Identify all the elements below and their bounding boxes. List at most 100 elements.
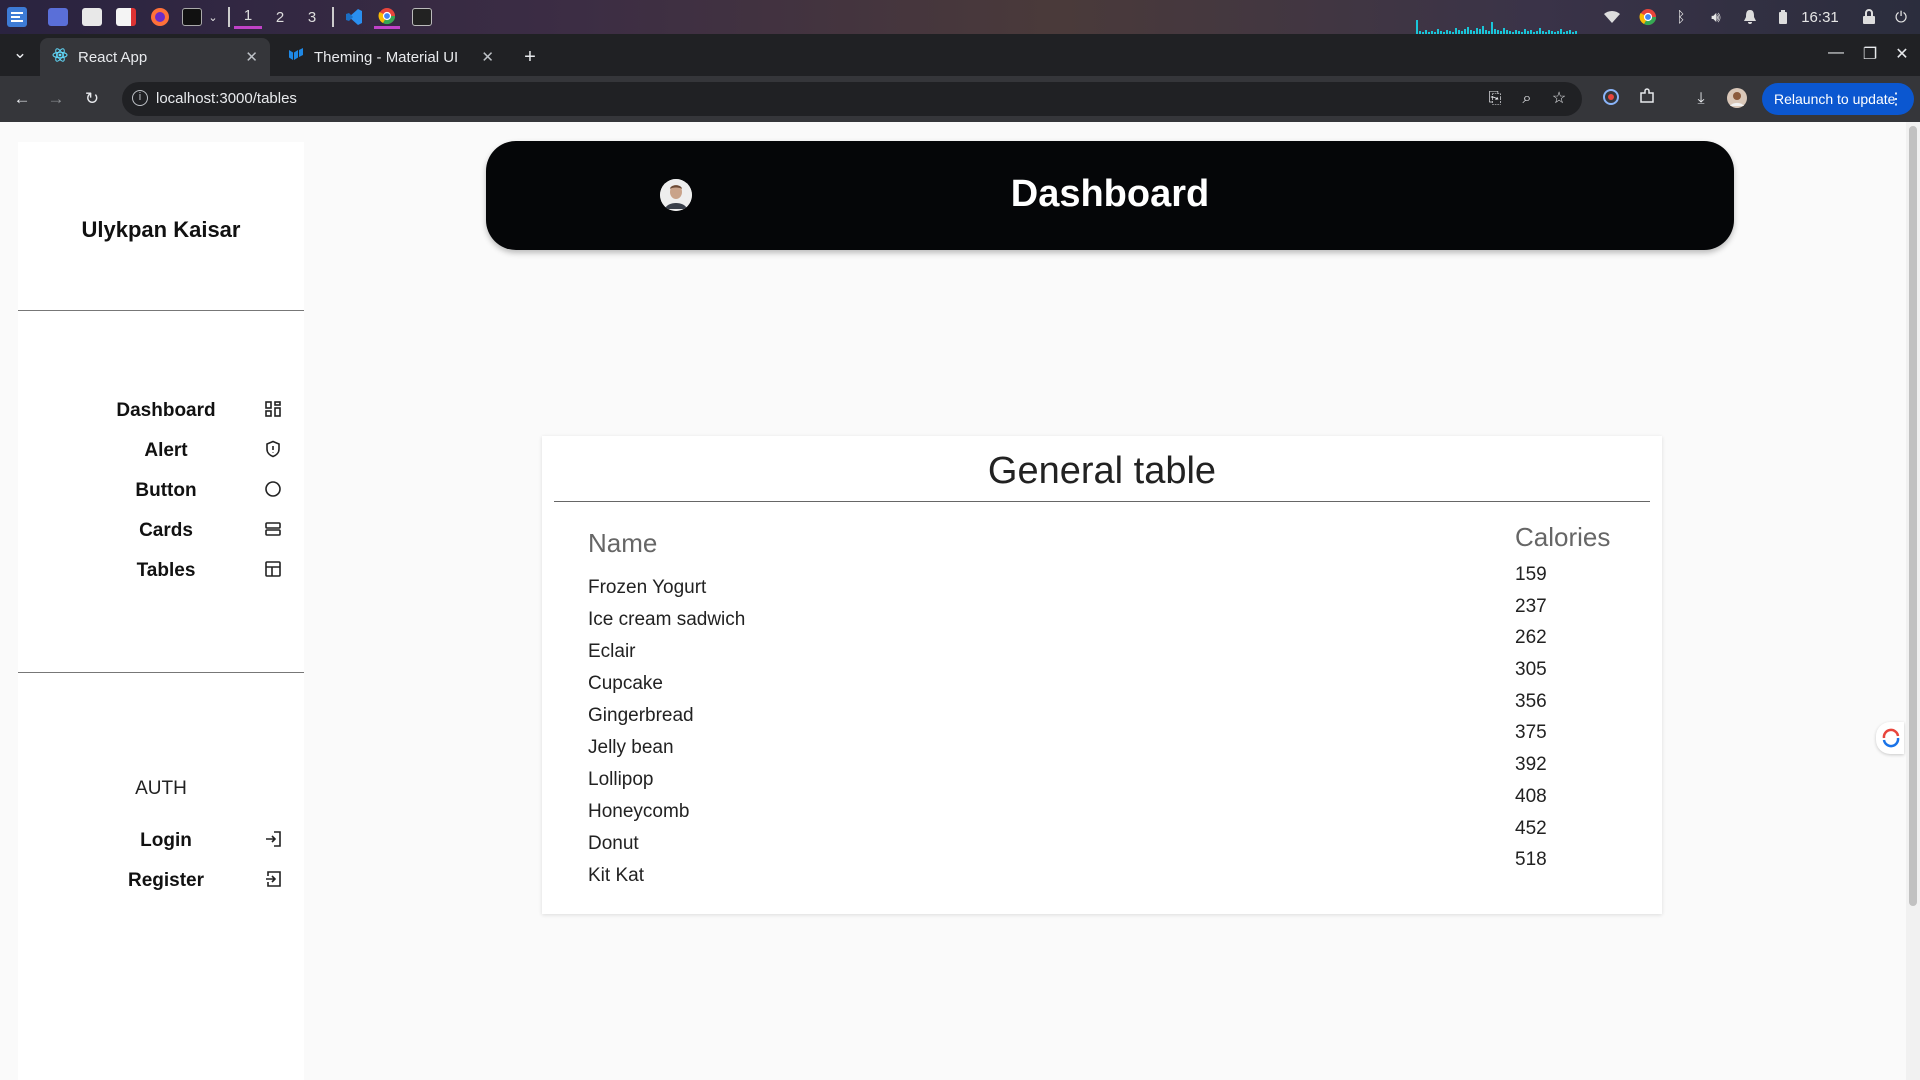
sidebar-item-button[interactable]: Button <box>18 472 304 508</box>
login-icon <box>264 830 282 848</box>
page-title: Dashboard <box>1010 173 1210 215</box>
browser-tab-strip: ⌄ React App ✕ Theming - Material UI ✕ + <box>0 34 1920 76</box>
wifi-icon[interactable] <box>1600 5 1624 29</box>
bluetooth-icon[interactable]: ᛒ <box>1670 5 1692 29</box>
notifications-icon[interactable] <box>1738 5 1762 29</box>
general-table-card: General table Name Calories Frozen Yogur… <box>542 436 1662 914</box>
chevron-down-icon[interactable]: ⌄ <box>206 5 220 29</box>
tab-theming-material-ui[interactable]: Theming - Material UI ✕ <box>276 38 506 76</box>
table-cell-name: Ice cream sadwich <box>588 609 746 630</box>
volume-icon[interactable]: 🔊︎ <box>1704 5 1728 29</box>
sidebar-item-tables[interactable]: Tables <box>18 552 304 588</box>
taskbar-divider <box>228 7 230 27</box>
files-icon[interactable] <box>80 5 104 29</box>
table-cell-calories: 452 <box>1515 818 1547 839</box>
page-header: Dashboard <box>486 141 1734 250</box>
table-cell-calories: 518 <box>1515 849 1547 870</box>
floating-assistant-icon[interactable] <box>1876 722 1904 754</box>
new-tab-button[interactable]: + <box>514 38 546 76</box>
restore-icon[interactable]: ❐ <box>1858 44 1882 64</box>
back-arrow-icon[interactable]: ← <box>10 87 34 111</box>
sidebar-item-register[interactable]: Register <box>18 862 304 898</box>
site-info-icon[interactable]: i <box>132 90 148 106</box>
sidebar-item-label: Register <box>127 870 205 891</box>
os-taskbar: ⌄ 1 2 3 ᛒ 🔊︎ 16:31 ⏻ <box>0 0 1920 34</box>
sidebar-divider <box>18 672 304 673</box>
address-bar[interactable]: i localhost:3000/tables ⎘ ⌕ ☆ <box>122 82 1582 116</box>
forward-arrow-icon[interactable]: → <box>44 87 68 111</box>
tab-react-app[interactable]: React App ✕ <box>40 38 270 76</box>
table-cell-name: Frozen Yogurt <box>588 577 707 598</box>
relaunch-label: Relaunch to update <box>1774 91 1896 107</box>
table-cell-name: Cupcake <box>588 673 663 694</box>
sidebar-item-login[interactable]: Login <box>18 822 304 858</box>
document-viewer-icon[interactable] <box>114 5 138 29</box>
circle-icon <box>264 480 282 498</box>
url-text: localhost:3000/tables <box>156 90 297 107</box>
table-cell-name: Honeycomb <box>588 801 690 822</box>
table-divider <box>554 501 1650 502</box>
terminal-window-icon[interactable] <box>410 5 434 29</box>
table-cell-name: Jelly bean <box>588 737 674 758</box>
workspace-2[interactable]: 2 <box>266 5 294 29</box>
lock-icon[interactable] <box>1858 5 1880 29</box>
sidebar-item-label: Dashboard <box>116 400 216 421</box>
clock[interactable]: 16:31 <box>1800 5 1840 29</box>
table-cell-name: Donut <box>588 833 639 854</box>
chrome-icon[interactable] <box>374 5 400 29</box>
tab-title: React App <box>78 48 148 66</box>
download-icon[interactable]: ⤓ <box>1690 88 1712 110</box>
sidebar-item-label: Login <box>140 830 192 851</box>
dashboard-icon <box>264 400 282 418</box>
zoom-icon[interactable]: ⌕ <box>1516 88 1538 110</box>
table-icon <box>264 560 282 578</box>
sidebar-item-cards[interactable]: Cards <box>18 512 304 548</box>
close-icon[interactable]: ✕ <box>245 48 258 66</box>
install-app-icon[interactable]: ⎘ <box>1484 88 1506 110</box>
extensions-icon[interactable] <box>1636 88 1658 110</box>
table-cell-calories: 392 <box>1515 754 1547 775</box>
user-name: Ulykpan Kaisar <box>81 217 241 242</box>
page-scrollbar[interactable] <box>1906 122 1920 1080</box>
more-vert-icon[interactable]: ⋮ <box>1888 89 1904 109</box>
close-icon[interactable]: ✕ <box>481 48 494 66</box>
table-cell-calories: 237 <box>1515 596 1547 617</box>
os-launcher-icon[interactable] <box>4 5 30 29</box>
terminal-icon[interactable] <box>180 5 204 29</box>
scrollbar-thumb[interactable] <box>1909 126 1917 906</box>
sidebar-item-label: Button <box>135 480 197 501</box>
bookmark-star-icon[interactable]: ☆ <box>1548 88 1570 110</box>
sidebar-item-label: Tables <box>136 560 196 581</box>
sidebar-divider <box>18 310 304 311</box>
reload-icon[interactable]: ↻ <box>80 87 104 111</box>
firefox-icon[interactable] <box>148 5 172 29</box>
power-icon[interactable]: ⏻ <box>1890 5 1912 29</box>
desktop-icon[interactable] <box>46 5 70 29</box>
mui-favicon-icon <box>288 48 304 66</box>
react-favicon-icon <box>52 47 68 67</box>
taskbar-divider <box>332 7 334 27</box>
app-viewport: Ulykpan Kaisar Dashboard Alert Button Ca… <box>0 122 1906 1080</box>
tab-title: Theming - Material UI <box>314 48 459 66</box>
table-cell-name: Kit Kat <box>588 865 644 886</box>
table-title: General table <box>987 450 1217 492</box>
workspace-3[interactable]: 3 <box>298 5 326 29</box>
sidebar-item-dashboard[interactable]: Dashboard <box>18 392 304 428</box>
cards-icon <box>264 520 282 538</box>
chrome-tray-icon[interactable] <box>1636 5 1660 29</box>
vscode-icon[interactable] <box>342 5 366 29</box>
window-close-icon[interactable]: ✕ <box>1890 44 1914 64</box>
battery-icon[interactable] <box>1772 5 1794 29</box>
minimize-icon[interactable]: — <box>1824 44 1848 62</box>
auth-section-title: AUTH <box>135 778 187 799</box>
network-activity-graph <box>1416 16 1596 34</box>
workspace-1[interactable]: 1 <box>234 5 262 29</box>
tab-search-icon[interactable]: ⌄ <box>8 41 32 65</box>
profile-avatar-icon[interactable] <box>1726 88 1748 110</box>
relaunch-button[interactable]: Relaunch to update ⋮ <box>1762 83 1914 115</box>
browser-toolbar: ← → ↻ i localhost:3000/tables ⎘ ⌕ ☆ ⤓ Re… <box>0 76 1920 122</box>
sidebar-item-alert[interactable]: Alert <box>18 432 304 468</box>
column-header-name: Name <box>588 528 658 558</box>
sidebar-item-label: Cards <box>139 520 193 541</box>
google-lens-icon[interactable] <box>1600 88 1622 110</box>
